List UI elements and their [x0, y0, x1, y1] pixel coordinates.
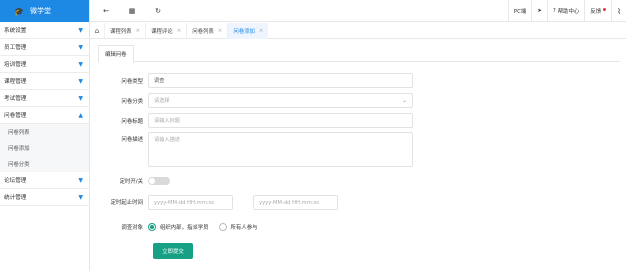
- start-time-input[interactable]: yyyy-MM-dd HH:mm:ss: [148, 195, 233, 210]
- tab-label: 课程评论: [151, 28, 173, 35]
- graduation-cap-icon: 🎓: [14, 6, 24, 16]
- type-row: 问卷类型 调查: [98, 73, 413, 88]
- sidebar-item-questionnaire[interactable]: 问卷管理 ▲: [0, 107, 89, 124]
- target-label: 调查对象: [121, 225, 143, 231]
- time-row: 定时起止时间 yyyy-MM-dd HH:mm:ss yyyy-MM-dd HH…: [98, 195, 338, 210]
- time-label: 定时起止时间: [110, 199, 143, 206]
- chevron-down-icon: ▼: [78, 26, 83, 34]
- pc-label: PC端: [513, 9, 527, 15]
- page-tabs: ⌂ 课程列表 × 课程评论 × 问卷列表 × 问卷添加 ×: [90, 22, 626, 39]
- end-time-input[interactable]: yyyy-MM-dd HH:mm:ss: [253, 195, 338, 210]
- schedule-label: 定时开/关: [119, 179, 143, 185]
- chevron-up-icon: ▲: [78, 111, 83, 119]
- category-row: 问卷分类 请选择 ⌄: [98, 93, 413, 108]
- sidebar-item-staff[interactable]: 员工管理 ▼: [0, 39, 89, 56]
- sidebar-item-label: 统计管理: [4, 195, 27, 201]
- close-icon[interactable]: ×: [136, 28, 141, 34]
- main-content: 编辑问卷 问卷类型 调查 问卷分类 请选择 ⌄ 问卷标题 请输入标题 问卷描述 …: [98, 45, 620, 271]
- radio-label: 所有人参与: [230, 225, 258, 231]
- desc-label: 问卷描述: [121, 137, 143, 143]
- chevron-down-icon: ▼: [78, 176, 83, 184]
- radio-circle: [148, 223, 156, 231]
- section-tab[interactable]: 编辑问卷: [98, 45, 134, 63]
- radio-label: 组织内部，指派学员: [160, 225, 209, 231]
- sidebar-item-training[interactable]: 培训管理 ▼: [0, 56, 89, 73]
- close-icon[interactable]: ×: [218, 28, 223, 34]
- sidebar-item-label: 系统设置: [4, 28, 27, 34]
- type-field[interactable]: 调查: [148, 73, 413, 88]
- toggle-knob: [149, 178, 155, 184]
- title-input[interactable]: 请输入标题: [148, 113, 413, 128]
- tab-label: 课程列表: [110, 28, 132, 35]
- logo[interactable]: 🎓 微学堂: [0, 0, 89, 22]
- sidebar-item-label: 课程管理: [4, 79, 27, 85]
- chevron-down-icon: ▼: [78, 94, 83, 102]
- sidebar-item-label: 问卷管理: [4, 113, 27, 119]
- tab-questionnaire-list[interactable]: 问卷列表 ×: [186, 22, 227, 39]
- pc-link[interactable]: PC端: [509, 0, 531, 22]
- feedback-label: 反馈: [590, 9, 602, 15]
- chart-icon: ⌇: [617, 6, 621, 16]
- back-arrow-icon[interactable]: ←: [96, 7, 116, 15]
- category-placeholder: 请选择: [154, 98, 170, 104]
- tab-questionnaire-add[interactable]: 问卷添加 ×: [227, 22, 269, 39]
- sidebar-item-system[interactable]: 系统设置 ▼: [0, 22, 89, 39]
- target-row: 调查对象 组织内部，指派学员 所有人参与: [98, 223, 268, 231]
- sidebar-item-forum[interactable]: 论坛管理 ▼: [0, 172, 89, 189]
- title-label: 问卷标题: [121, 118, 143, 125]
- feedback-link[interactable]: 反馈: [585, 0, 611, 22]
- help-center-link[interactable]: ? 帮助中心: [548, 0, 584, 22]
- notification-dot: [603, 7, 607, 11]
- radio-circle: [218, 223, 227, 231]
- chevron-down-icon: ▼: [78, 43, 83, 51]
- help-label: 帮助中心: [557, 9, 580, 15]
- sidebar-item-label: 员工管理: [4, 45, 27, 51]
- close-icon[interactable]: ×: [177, 28, 182, 34]
- schedule-toggle[interactable]: [148, 177, 170, 185]
- target-radio-everyone[interactable]: 所有人参与: [218, 223, 258, 231]
- target-radio-internal[interactable]: 组织内部，指派学员: [148, 223, 209, 231]
- sidebar-subitem-category[interactable]: 问卷分类: [0, 156, 89, 172]
- desc-textarea[interactable]: 请输入描述: [148, 132, 413, 167]
- sidebar-subitem-list[interactable]: 问卷列表: [0, 124, 89, 140]
- sidebar-item-course[interactable]: 课程管理 ▼: [0, 73, 89, 90]
- sidebar-subitem-add[interactable]: 问卷添加: [0, 140, 89, 156]
- home-icon[interactable]: ⌂: [90, 27, 104, 35]
- refresh-icon[interactable]: ↻: [148, 7, 168, 15]
- topbar-right: PC端 ➤ ? 帮助中心 反馈 ⌇: [507, 0, 626, 22]
- chevron-down-icon: ▼: [78, 77, 83, 85]
- home-grid-icon[interactable]: ▦: [122, 7, 142, 15]
- chevron-down-icon: ⌄: [401, 97, 407, 104]
- chart-button[interactable]: ⌇: [612, 0, 626, 22]
- title-row: 问卷标题 请输入标题: [98, 113, 413, 128]
- category-select[interactable]: 请选择 ⌄: [148, 93, 413, 108]
- sidebar: 🎓 微学堂 系统设置 ▼ 员工管理 ▼ 培训管理 ▼ 课程管理 ▼ 考试管理 ▼ 问卷管理…: [0, 0, 90, 271]
- category-label: 问卷分类: [121, 98, 143, 105]
- desc-row: 问卷描述 请输入描述: [98, 132, 413, 167]
- tab-label: 问卷列表: [192, 28, 214, 35]
- chevron-down-icon: ▼: [78, 193, 83, 201]
- sidebar-item-label: 考试管理: [4, 96, 27, 102]
- submit-button[interactable]: 立即提交: [153, 243, 193, 259]
- pin-icon: ➤: [537, 8, 542, 14]
- close-icon[interactable]: ×: [259, 28, 264, 34]
- sidebar-item-label: 论坛管理: [4, 178, 27, 184]
- type-label: 问卷类型: [121, 78, 143, 85]
- tab-course-list[interactable]: 课程列表 ×: [104, 22, 145, 39]
- sidebar-item-label: 培训管理: [4, 62, 27, 68]
- logo-text: 微学堂: [29, 7, 51, 15]
- help-icon: ?: [552, 8, 556, 14]
- sidebar-item-stats[interactable]: 统计管理 ▼: [0, 189, 89, 206]
- tab-course-comments[interactable]: 课程评论 ×: [145, 22, 186, 39]
- pin-button[interactable]: ➤: [532, 0, 547, 22]
- schedule-row: 定时开/关: [98, 177, 170, 185]
- tab-label: 问卷添加: [233, 28, 255, 35]
- divider: [98, 61, 620, 62]
- chevron-down-icon: ▼: [78, 60, 83, 68]
- sidebar-item-exam[interactable]: 考试管理 ▼: [0, 90, 89, 107]
